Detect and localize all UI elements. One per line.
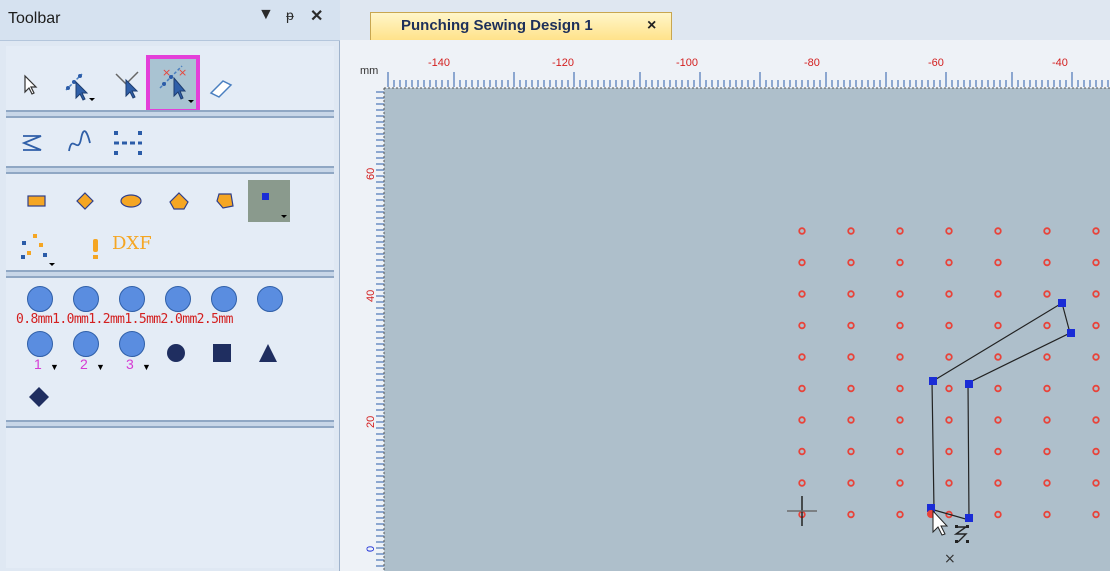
punch-select-tool[interactable]: × ×: [156, 62, 196, 106]
node-arrow-icon: [65, 73, 95, 101]
vertex-tool[interactable]: [112, 68, 146, 102]
eraser-tool[interactable]: [204, 70, 238, 104]
node-handle[interactable]: [965, 514, 973, 522]
chevron-down-icon[interactable]: ▼: [96, 362, 105, 372]
custom-punch-2-label: 2: [80, 356, 88, 372]
toolbar-title: Toolbar: [8, 10, 61, 27]
ruler-label: -80: [804, 57, 820, 69]
split-tool[interactable]: [112, 126, 146, 160]
node-handle[interactable]: [1067, 329, 1075, 337]
svg-text:×: ×: [944, 551, 956, 567]
ruler-label: 60: [365, 168, 377, 180]
ruler-label: -40: [1052, 57, 1068, 69]
ruler-label: -100: [676, 57, 698, 69]
node-handle[interactable]: [965, 380, 973, 388]
rectangle-icon: [27, 195, 46, 207]
ruler-label: 40: [365, 290, 377, 302]
design-canvas[interactable]: mm -140 -120 -100 -80 -60 -40 60 40 20 0: [340, 40, 1110, 571]
close-icon[interactable]: ✕: [310, 6, 323, 26]
scatter-icon: [21, 234, 55, 266]
filled-triangle-tool[interactable]: [251, 336, 285, 370]
filled-circle-tool[interactable]: [159, 336, 193, 370]
curve-tool[interactable]: [62, 126, 96, 160]
custom-punch-3-button[interactable]: [119, 331, 145, 357]
separator: [6, 420, 334, 428]
tab-strip: Punching Sewing Design 1 ×: [340, 0, 1110, 41]
punch-1.0mm-button[interactable]: [73, 286, 99, 312]
punch-1.2mm-button[interactable]: [119, 286, 145, 312]
diamond-tool[interactable]: [68, 184, 102, 218]
punch-2.5mm-button[interactable]: [257, 286, 283, 312]
custom-punch-2-button[interactable]: [73, 331, 99, 357]
warning-tool[interactable]: [78, 232, 112, 266]
separator: [6, 110, 334, 118]
ruler-label: 20: [365, 416, 377, 428]
diamond-icon: [76, 192, 94, 210]
polygon-tool[interactable]: [208, 184, 242, 218]
dropdown-icon[interactable]: ▼: [258, 6, 274, 24]
punch-1.5mm-button[interactable]: [165, 286, 191, 312]
ruler-label: -120: [552, 57, 574, 69]
arrow-icon: [24, 74, 38, 95]
separator: [6, 166, 334, 174]
zigzag-tool[interactable]: [16, 126, 50, 160]
tab-label: Punching Sewing Design 1: [401, 17, 593, 34]
separator: [6, 270, 334, 278]
pentagon-tool[interactable]: [162, 184, 196, 218]
select-arrow-tool[interactable]: [14, 68, 48, 102]
ellipse-icon: [120, 194, 142, 208]
custom-punch-3-label: 3: [126, 356, 134, 372]
punch-2.0mm-button[interactable]: [211, 286, 237, 312]
zigzag-icon: [21, 135, 42, 151]
filled-circle-icon: [167, 344, 185, 362]
punch-select-icon: × ×: [159, 65, 194, 103]
punch-0.8mm-button[interactable]: [27, 286, 53, 312]
pentagon-icon: [169, 192, 189, 210]
punch-size-labels: 0.8mm1.0mm1.2mm1.5mm2.0mm2.5mm: [16, 312, 233, 327]
filled-square-icon: [213, 344, 231, 362]
point-tool[interactable]: [252, 184, 287, 218]
tab-punching-sewing-design-1[interactable]: Punching Sewing Design 1 ×: [370, 12, 672, 40]
dxf-button[interactable]: DXF: [112, 233, 152, 254]
split-icon: [114, 131, 142, 155]
filled-diamond-tool[interactable]: [22, 380, 56, 414]
pin-icon[interactable]: ᵽ: [286, 7, 294, 23]
rectangle-tool[interactable]: [20, 184, 54, 218]
vertex-icon: [115, 71, 139, 99]
ruler-label: -60: [928, 57, 944, 69]
left-ruler: [340, 40, 384, 571]
svg-text:×: ×: [178, 66, 187, 79]
curve-icon: [68, 130, 91, 152]
node-handle[interactable]: [1058, 299, 1066, 307]
node-handle[interactable]: [929, 377, 937, 385]
filled-triangle-icon: [259, 344, 277, 362]
custom-punch-1-button[interactable]: [27, 331, 53, 357]
polygon-icon: [216, 193, 234, 209]
workspace[interactable]: [384, 88, 1110, 571]
ruler-label: -140: [428, 57, 450, 69]
eraser-icon: [209, 80, 233, 98]
document-area: Punching Sewing Design 1 × mm -140 -120 …: [340, 0, 1110, 571]
close-icon[interactable]: ×: [647, 17, 656, 35]
toolbar-panel: Toolbar ▼ ᵽ ✕ × × DXF 0.8mm1.0mm1.2mm1.5…: [0, 0, 340, 571]
ruler-label: 0: [365, 546, 377, 552]
canvas-svg: mm -140 -120 -100 -80 -60 -40 60 40 20 0: [340, 40, 1110, 571]
custom-punch-1-label: 1: [34, 356, 42, 372]
scatter-tool[interactable]: [20, 232, 55, 266]
chevron-down-icon[interactable]: ▼: [50, 362, 59, 372]
node-select-tool[interactable]: [62, 68, 96, 102]
ruler-unit: mm: [360, 65, 378, 77]
chevron-down-icon[interactable]: ▼: [142, 362, 151, 372]
filled-square-tool[interactable]: [205, 336, 239, 370]
point-icon: [262, 193, 287, 218]
exclamation-icon: [93, 239, 98, 259]
toolbar-titlebar: Toolbar ▼ ᵽ ✕: [0, 0, 340, 41]
filled-diamond-icon: [29, 387, 49, 407]
ellipse-tool[interactable]: [114, 184, 148, 218]
